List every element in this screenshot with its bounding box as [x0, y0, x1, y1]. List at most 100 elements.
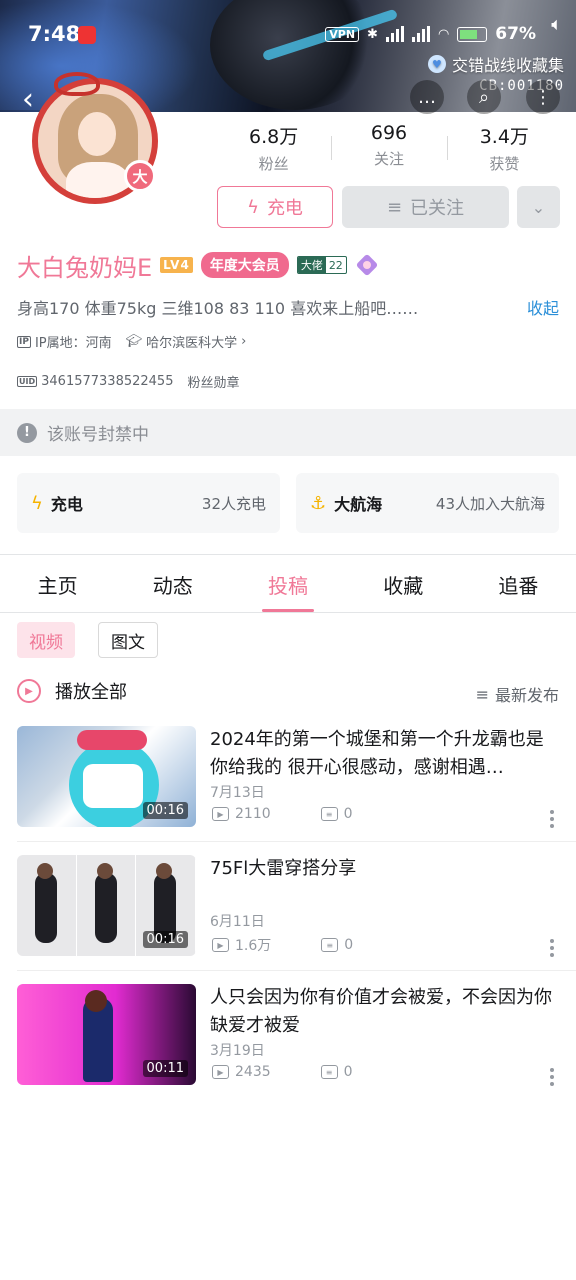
- search-button[interactable]: ⌕: [467, 80, 501, 114]
- signal-icon: [385, 26, 404, 42]
- collection-tag[interactable]: ♥ 交错战线收藏集: [427, 52, 564, 76]
- tab-anime-follow[interactable]: 追番: [461, 556, 576, 612]
- followed-button-label: 已关注: [410, 198, 465, 219]
- video-duration: 00:16: [142, 802, 188, 819]
- more-menu-button[interactable]: ⋮: [526, 80, 560, 114]
- video-item[interactable]: 00:11 人只会因为你有价值才会被爱，不会因为你缺爱才被爱 3月19日 ▶ 24…: [0, 984, 576, 1102]
- comment-icon: ≡: [320, 1065, 338, 1079]
- ip-location: IP IP属地：河南: [17, 332, 112, 351]
- play-circle-icon: ▶: [17, 679, 41, 703]
- views: ▶ 2435: [212, 1064, 271, 1080]
- comments: ≡ 0: [321, 935, 353, 955]
- fans-medal-level: 22: [325, 258, 346, 272]
- meta-row: IP IP属地：河南 🎓︎ 哈尔滨医科大学 ›: [17, 332, 246, 351]
- uid-text: 3461577338522455: [41, 374, 174, 389]
- battery-icon: [457, 26, 488, 42]
- level-badge: LV4: [160, 257, 193, 273]
- charge-button-label: 充电: [266, 198, 303, 219]
- stat-following[interactable]: 696 关注: [331, 122, 446, 174]
- video-date: 7月13日: [210, 785, 265, 801]
- followed-button[interactable]: ≡ 已关注: [342, 186, 509, 228]
- mute-icon: 🔈︎: [551, 14, 562, 35]
- views-count: 2110: [235, 806, 271, 822]
- vip-badge[interactable]: 年度大会员: [200, 252, 289, 278]
- stat-value: 3.4万: [479, 126, 529, 148]
- fans-medal-name: 大佬: [297, 257, 326, 273]
- stat-label: 粉丝: [258, 155, 289, 173]
- charge-button[interactable]: ϟ 充电: [217, 186, 333, 228]
- school-link[interactable]: 🎓︎ 哈尔滨医科大学 ›: [126, 332, 247, 351]
- views: ▶ 2110: [212, 806, 271, 822]
- video-title: 人只会因为你有价值才会被爱，不会因为你缺爱才被爱: [210, 987, 552, 1036]
- stat-label: 获赞: [489, 155, 520, 173]
- views-count: 2435: [235, 1064, 271, 1080]
- charge-card[interactable]: ϟ 充电 32人充电: [17, 473, 280, 533]
- video-stats: ▶ 2110 ≡ 0: [212, 806, 353, 822]
- video-more-button[interactable]: [550, 939, 554, 957]
- ip-location-text: IP属地：河南: [34, 336, 112, 351]
- status-bar: 7:48 VPN ✱ ◠ 67%: [0, 18, 576, 54]
- card-title: 大航海: [334, 495, 383, 514]
- divider: [17, 970, 576, 971]
- lightning-icon: ϟ: [247, 196, 259, 218]
- uid[interactable]: UID 3461577338522455: [17, 374, 173, 389]
- chevron-down-icon: ⌄: [531, 197, 546, 217]
- play-count-icon: ▶: [212, 938, 229, 952]
- stat-label: 关注: [373, 150, 404, 168]
- alert-icon: !: [17, 422, 37, 443]
- comment-icon: ≡: [320, 807, 338, 821]
- avatar-badge: 大: [124, 160, 156, 192]
- video-title: 2024年的第一个城堡和第一个升龙霸也是你给我的 很开心很感动，感谢相遇…: [210, 729, 544, 778]
- stat-value: 6.8万: [249, 126, 299, 148]
- graduation-cap-icon: 🎓︎: [125, 334, 143, 349]
- stat-likes[interactable]: 3.4万 获赞: [446, 122, 562, 174]
- tab-home[interactable]: 主页: [0, 556, 115, 612]
- views: ▶ 1.6万: [212, 935, 271, 955]
- play-all-button[interactable]: ▶ 播放全部: [17, 678, 127, 704]
- expand-button[interactable]: ⌄: [517, 186, 560, 228]
- bio-text: 身高170 体重75kg 三维108 83 110 喜欢来上船吧……: [17, 299, 419, 318]
- card-info: 43人加入大航海: [435, 494, 545, 513]
- message-button[interactable]: …: [410, 80, 444, 114]
- sort-button[interactable]: ≡ 最新发布: [476, 682, 559, 706]
- list-icon: ≡: [475, 684, 489, 704]
- stat-fans[interactable]: 6.8万 粉丝: [216, 122, 331, 174]
- tab-dynamics[interactable]: 动态: [115, 556, 230, 612]
- uid-row: UID 3461577338522455 粉丝勋章: [17, 372, 239, 391]
- video-more-button[interactable]: [550, 810, 554, 828]
- avatar-frame-bow: [54, 72, 100, 96]
- search-icon: ⌕: [478, 86, 490, 108]
- tab-favorites[interactable]: 收藏: [346, 556, 461, 612]
- wifi-icon: ◠: [437, 26, 450, 42]
- video-date: 6月11日: [210, 914, 265, 930]
- subtab-article[interactable]: 图文: [98, 622, 158, 658]
- avatar[interactable]: 大: [32, 72, 158, 204]
- voyage-card[interactable]: ⚓︎ 大航海 43人加入大航海: [296, 473, 559, 533]
- crystal-icon[interactable]: [355, 253, 379, 277]
- video-item[interactable]: 00:16 2024年的第一个城堡和第一个升龙霸也是你给我的 很开心很感动，感谢…: [0, 726, 576, 844]
- battery-percent: 67%: [495, 24, 536, 44]
- subtab-video[interactable]: 视频: [17, 622, 75, 658]
- stat-value: 696: [370, 122, 408, 144]
- menu-lines-icon: ≡: [386, 196, 403, 218]
- bio-collapse-link[interactable]: 收起: [527, 295, 559, 319]
- comment-icon: ≡: [321, 938, 339, 952]
- views-count: 1.6万: [235, 938, 272, 954]
- video-item[interactable]: 00:16 75Fl大雷穿搭分享 6月11日 ▶ 1.6万 ≡ 0: [0, 855, 576, 973]
- heart-icon: ♥: [427, 55, 446, 73]
- play-count-icon: ▶: [212, 807, 229, 821]
- video-more-button[interactable]: [550, 1068, 554, 1086]
- uid-icon: UID: [17, 376, 38, 387]
- anchor-icon: ⚓︎: [310, 492, 327, 514]
- profile-stats: 6.8万 粉丝 696 关注 3.4万 获赞: [216, 122, 562, 174]
- video-date: 3月19日: [210, 1043, 265, 1059]
- comments-count: 0: [344, 937, 354, 953]
- video-duration: 00:11: [142, 1060, 188, 1077]
- tab-uploads[interactable]: 投稿: [230, 556, 345, 612]
- divider: [0, 554, 576, 555]
- fans-medal[interactable]: 大佬 22: [296, 256, 347, 274]
- fans-badge-link[interactable]: 粉丝勋章: [187, 372, 239, 391]
- name-row: 大白兔奶妈E LV4 年度大会员 大佬 22: [17, 248, 379, 282]
- play-count-icon: ▶: [212, 1065, 229, 1079]
- video-stats: ▶ 2435 ≡ 0: [212, 1064, 353, 1080]
